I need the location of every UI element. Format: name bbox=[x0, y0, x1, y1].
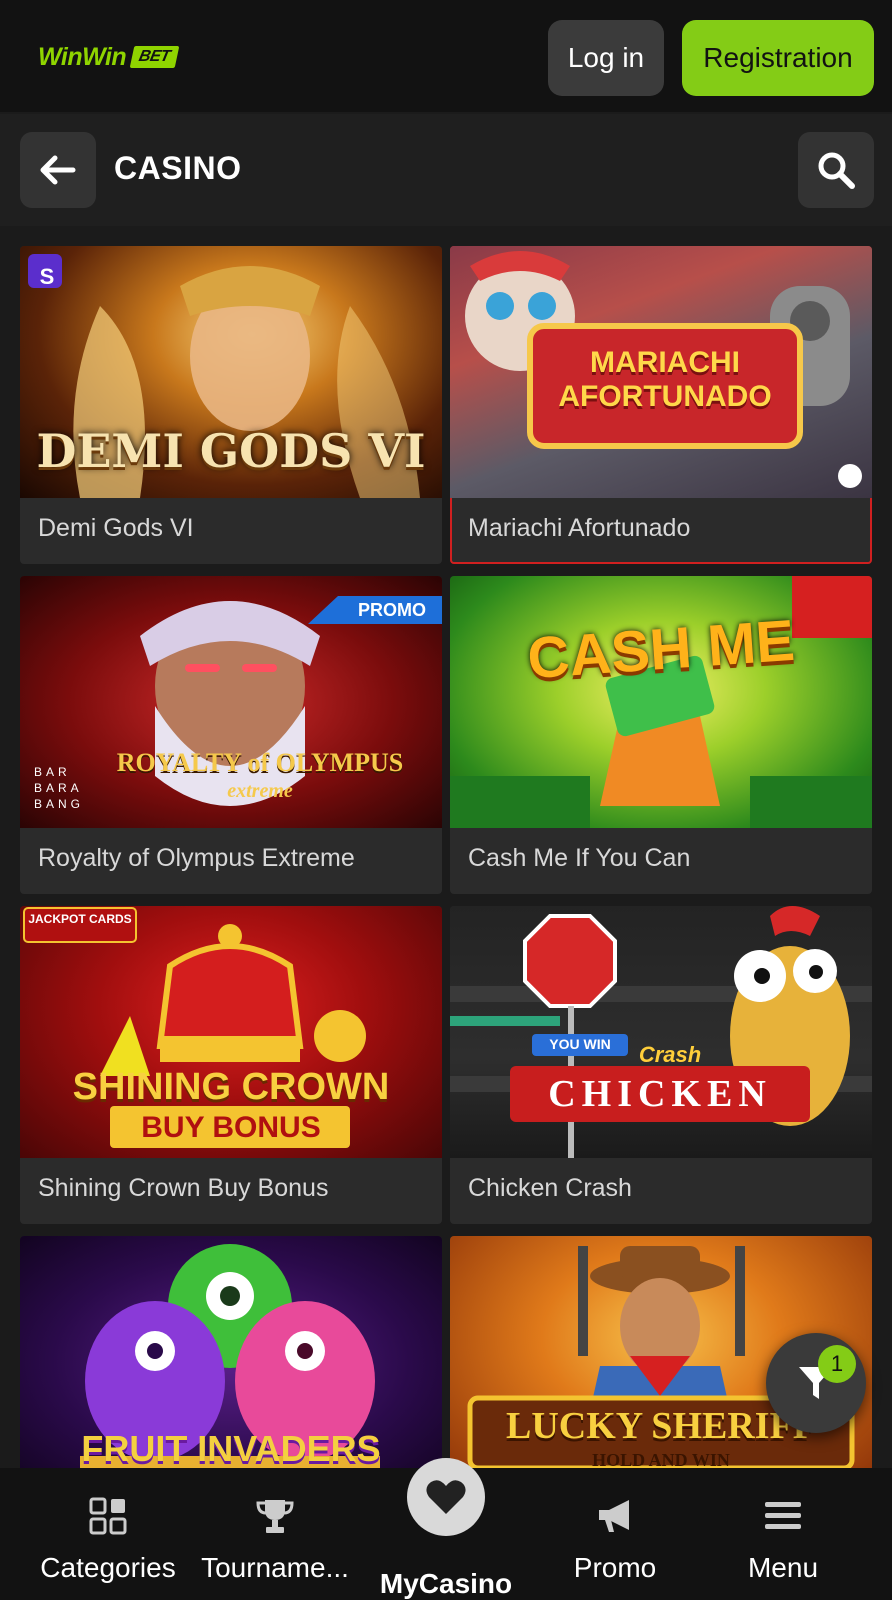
game-art bbox=[450, 906, 872, 1158]
game-art-subtitle: extreme bbox=[227, 780, 293, 802]
game-thumbnail: YOU WIN Crash CHICKEN bbox=[450, 906, 872, 1158]
back-button[interactable] bbox=[20, 132, 96, 208]
game-card[interactable]: CASH ME Cash Me If You Can bbox=[450, 576, 872, 894]
nav-menu[interactable]: Menu bbox=[698, 1468, 868, 1600]
game-thumbnail: CASH ME bbox=[450, 576, 872, 828]
mycasino-circle bbox=[407, 1458, 485, 1536]
nav-mycasino[interactable]: MyCasino bbox=[361, 1458, 531, 1600]
jackpot-badge: JACKPOT CARDS bbox=[28, 912, 132, 926]
provider-badge: S bbox=[39, 264, 55, 289]
game-thumbnail: PROMO ROYALTY of OLYMPUS extreme BAR BAR… bbox=[20, 576, 442, 828]
section-bar: CASINO bbox=[0, 114, 892, 226]
game-thumbnail: JACKPOT CARDS SHINING CROWN BUY BONUS bbox=[20, 906, 442, 1158]
top-header: WinWin BET Log in Registration bbox=[0, 0, 892, 112]
game-thumbnail: FRUIT INVADERS bbox=[20, 1236, 442, 1488]
grid-icon bbox=[89, 1497, 127, 1535]
arrow-left-icon bbox=[40, 155, 76, 185]
logo-badge: BET bbox=[129, 46, 180, 68]
game-art-title: SHINING CROWN bbox=[72, 1066, 390, 1108]
nav-label: Promo bbox=[573, 1552, 657, 1583]
game-art-title: DEMI GODS VI bbox=[36, 424, 426, 478]
game-thumbnail: S DEMI GODS VI bbox=[20, 246, 442, 498]
login-button[interactable]: Log in bbox=[548, 20, 664, 96]
game-art-title: FRUIT INVADERS bbox=[81, 1428, 381, 1469]
game-card[interactable]: MARIACHI AFORTUNADO Mariachi Afortunado bbox=[450, 246, 872, 564]
game-title: Cash Me If You Can bbox=[468, 844, 691, 872]
game-card[interactable]: S DEMI GODS VI Demi Gods VI bbox=[20, 246, 442, 564]
page-title: CASINO bbox=[114, 150, 242, 186]
filter-count-badge: 1 bbox=[818, 1345, 856, 1383]
nav-label: Tourname... bbox=[201, 1552, 349, 1583]
game-card[interactable]: PROMO ROYALTY of OLYMPUS extreme BAR BAR… bbox=[20, 576, 442, 894]
game-art-subtitle: BUY BONUS bbox=[141, 1111, 321, 1144]
game-title: Demi Gods VI bbox=[38, 514, 194, 542]
filter-button[interactable]: 1 bbox=[766, 1333, 866, 1433]
game-card[interactable]: YOU WIN Crash CHICKEN Chicken Crash bbox=[450, 906, 872, 1224]
nav-label: MyCasino bbox=[379, 1568, 513, 1599]
search-icon bbox=[818, 152, 855, 189]
search-button[interactable] bbox=[798, 132, 874, 208]
registration-button[interactable]: Registration bbox=[682, 20, 874, 96]
game-art-subtitle: Crash bbox=[638, 1042, 702, 1067]
nav-tournaments[interactable]: Tourname... bbox=[190, 1468, 360, 1600]
page: WinWin BET Log in Registration CASINO S … bbox=[0, 0, 892, 1600]
game-thumbnail: MARIACHI AFORTUNADO bbox=[450, 246, 872, 498]
game-art-title: CHICKEN bbox=[548, 1073, 772, 1115]
winwin-logo[interactable]: WinWin BET bbox=[38, 42, 180, 72]
game-art-title: ROYALTY of OLYMPUS bbox=[116, 748, 404, 777]
game-card[interactable]: JACKPOT CARDS SHINING CROWN BUY BONUS Sh… bbox=[20, 906, 442, 1224]
game-title: Mariachi Afortunado bbox=[468, 514, 691, 542]
trophy-icon bbox=[256, 1500, 294, 1533]
nav-label: Categories bbox=[40, 1552, 176, 1583]
nav-categories[interactable]: Categories bbox=[23, 1468, 193, 1600]
megaphone-icon bbox=[599, 1500, 629, 1532]
game-title: Shining Crown Buy Bonus bbox=[38, 1174, 329, 1202]
logo-text: WinWin bbox=[38, 42, 127, 71]
heart-icon bbox=[426, 1480, 466, 1514]
hamburger-icon bbox=[765, 1502, 801, 1529]
game-title: Chicken Crash bbox=[468, 1174, 632, 1202]
nav-label: Menu bbox=[747, 1552, 819, 1583]
nav-promo[interactable]: Promo bbox=[530, 1468, 700, 1600]
provider-logo: BAR BARA BANG bbox=[34, 765, 85, 811]
game-art-title: MARIACHI AFORTUNADO bbox=[558, 346, 772, 413]
bottom-navigation: Categories Tourname... MyCasino Promo Me… bbox=[0, 1458, 892, 1600]
game-title: Royalty of Olympus Extreme bbox=[38, 844, 355, 872]
